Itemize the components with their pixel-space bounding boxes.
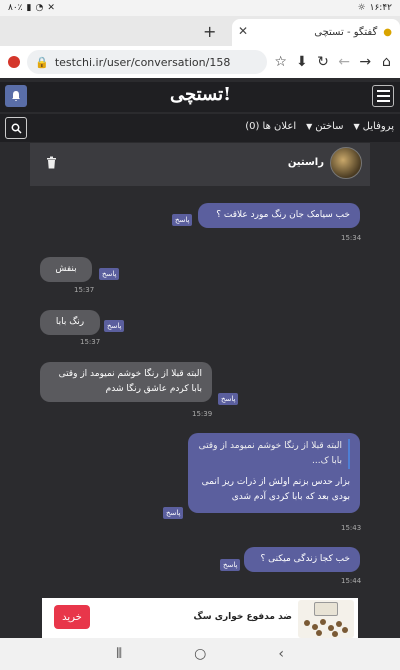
delete-conversation-button[interactable] xyxy=(46,154,57,173)
reload-icon[interactable]: ↻ xyxy=(315,51,330,73)
close-tab-icon[interactable]: ✕ xyxy=(238,24,248,38)
lock-icon: 🔒 xyxy=(35,55,49,69)
chevron-down-icon: ▼ xyxy=(353,122,360,131)
ad-buy-button[interactable]: خرید xyxy=(54,605,90,629)
browser-tab-strip: + گفتگو - تستچی ● ✕ xyxy=(0,16,400,46)
status-bar: ۸۰٪ ▮ ◔ ✕ ☼ ۱۶:۴۲ xyxy=(0,0,400,16)
search-icon xyxy=(11,123,22,134)
site-logo[interactable]: تستچی! xyxy=(170,84,231,105)
nav-create[interactable]: ساختن ▼ xyxy=(306,121,343,132)
home-page-icon[interactable]: ⌂ xyxy=(379,51,394,73)
message-bubble-sent: خب کجا زندگی میکنی ؟ xyxy=(244,547,360,572)
site-header: تستچی! xyxy=(0,82,400,112)
home-circle-icon[interactable]: ○ xyxy=(194,646,206,662)
nav-notifications-label: اعلان ها (0) xyxy=(245,121,297,132)
home-icon[interactable] xyxy=(6,51,21,73)
message-bubble-sent: البته قبلا از رنگا خوشم نمیومد از وقتی ب… xyxy=(188,433,360,513)
ad-product-image xyxy=(298,600,354,638)
quoted-text: البته قبلا از رنگا خوشم نمیومد از وقتی ب… xyxy=(198,441,342,466)
url-text: testchi.ir/user/conversation/158 xyxy=(54,55,231,69)
message-bubble-received: بنفش xyxy=(40,257,92,282)
message-time: 15:37 xyxy=(80,338,101,346)
hamburger-menu-button[interactable] xyxy=(372,85,394,107)
back-arrow-icon[interactable]: ← xyxy=(337,51,352,73)
new-tab-button[interactable]: + xyxy=(203,22,216,41)
message-text: بنفش xyxy=(55,264,77,274)
system-navigation-bar: ⦀ ○ ‹ xyxy=(0,638,400,670)
message-text: بزار حدس بزنم اولش از ذرات ریز انمی بودی… xyxy=(201,477,350,502)
nav-notifications[interactable]: اعلان ها (0) xyxy=(245,121,296,132)
recent-apps-icon[interactable]: ⦀ xyxy=(116,646,122,662)
battery-indicator: ۸۰٪ xyxy=(8,3,23,13)
conversation-partner-name[interactable]: راستین xyxy=(288,157,324,168)
reply-button[interactable]: پاسخ xyxy=(163,507,184,519)
browser-tab[interactable]: گفتگو - تستچی ● xyxy=(232,19,400,46)
nav-create-label: ساختن xyxy=(315,121,344,132)
search-button[interactable] xyxy=(5,117,27,139)
site-subnav: پروفایل ▼ ساختن ▼ اعلان ها (0) xyxy=(0,114,400,142)
nav-links: پروفایل ▼ ساختن ▼ اعلان ها (0) xyxy=(245,121,394,132)
forward-arrow-icon[interactable]: → xyxy=(358,51,373,73)
signal-icon: ▮ xyxy=(26,3,32,13)
avatar[interactable] xyxy=(330,147,362,179)
notification-button[interactable] xyxy=(5,85,27,107)
message-time: 15:43 xyxy=(341,524,362,532)
tab-title: گفتگو - تستچی xyxy=(314,27,378,38)
message-text: خب کجا زندگی میکنی ؟ xyxy=(260,554,350,564)
reply-button[interactable]: پاسخ xyxy=(220,559,241,571)
download-icon[interactable]: ⬇ xyxy=(294,51,309,73)
message-bubble-sent: خب سیامک جان رنگ مورد علاقت ؟ xyxy=(198,203,360,228)
reply-button[interactable]: پاسخ xyxy=(172,214,193,226)
trash-icon xyxy=(47,156,56,169)
bell-icon xyxy=(12,91,20,101)
conversation-header: راستین xyxy=(30,143,370,186)
message-time: 15:37 xyxy=(74,286,95,294)
nav-profile-label: پروفایل xyxy=(362,121,394,132)
message-time: 15:39 xyxy=(192,410,213,418)
mute-icon: ✕ xyxy=(47,3,55,13)
message-time: 15:34 xyxy=(341,234,362,242)
message-bubble-received: البته قبلا از رنگا خوشم نمیومد از وقتی ب… xyxy=(40,362,212,402)
nav-profile[interactable]: پروفایل ▼ xyxy=(354,121,394,132)
lightbulb-favicon-icon: ● xyxy=(383,27,392,38)
status-time: ۱۶:۴۲ xyxy=(369,3,392,13)
back-chevron-icon[interactable]: ‹ xyxy=(278,646,284,662)
address-bar[interactable]: 🔒 testchi.ir/user/conversation/158 xyxy=(27,50,268,74)
bookmark-star-icon[interactable]: ☆ xyxy=(273,51,288,73)
ad-banner[interactable]: خرید ضد مدفوع خواری سگ xyxy=(42,598,358,638)
reply-button[interactable]: پاسخ xyxy=(104,320,125,332)
reply-button[interactable]: پاسخ xyxy=(218,393,239,405)
message-bubble-received: رنگ بابا xyxy=(40,310,100,335)
message-text: خب سیامک جان رنگ مورد علاقت ؟ xyxy=(216,210,350,220)
browser-toolbar: 🔒 testchi.ir/user/conversation/158 ☆ ⬇ ↻… xyxy=(0,46,400,78)
message-text: رنگ بابا xyxy=(55,317,85,327)
reply-button[interactable]: پاسخ xyxy=(99,268,120,280)
ad-text: ضد مدفوع خواری سگ xyxy=(193,612,292,622)
chevron-down-icon: ▼ xyxy=(306,122,313,131)
quoted-message: البته قبلا از رنگا خوشم نمیومد از وقتی ب… xyxy=(198,439,350,469)
message-time: 15:44 xyxy=(341,577,362,585)
message-text: البته قبلا از رنگا خوشم نمیومد از وقتی ب… xyxy=(58,369,202,394)
lightbulb-icon: ☼ xyxy=(357,3,366,13)
wifi-icon: ◔ xyxy=(35,3,44,13)
